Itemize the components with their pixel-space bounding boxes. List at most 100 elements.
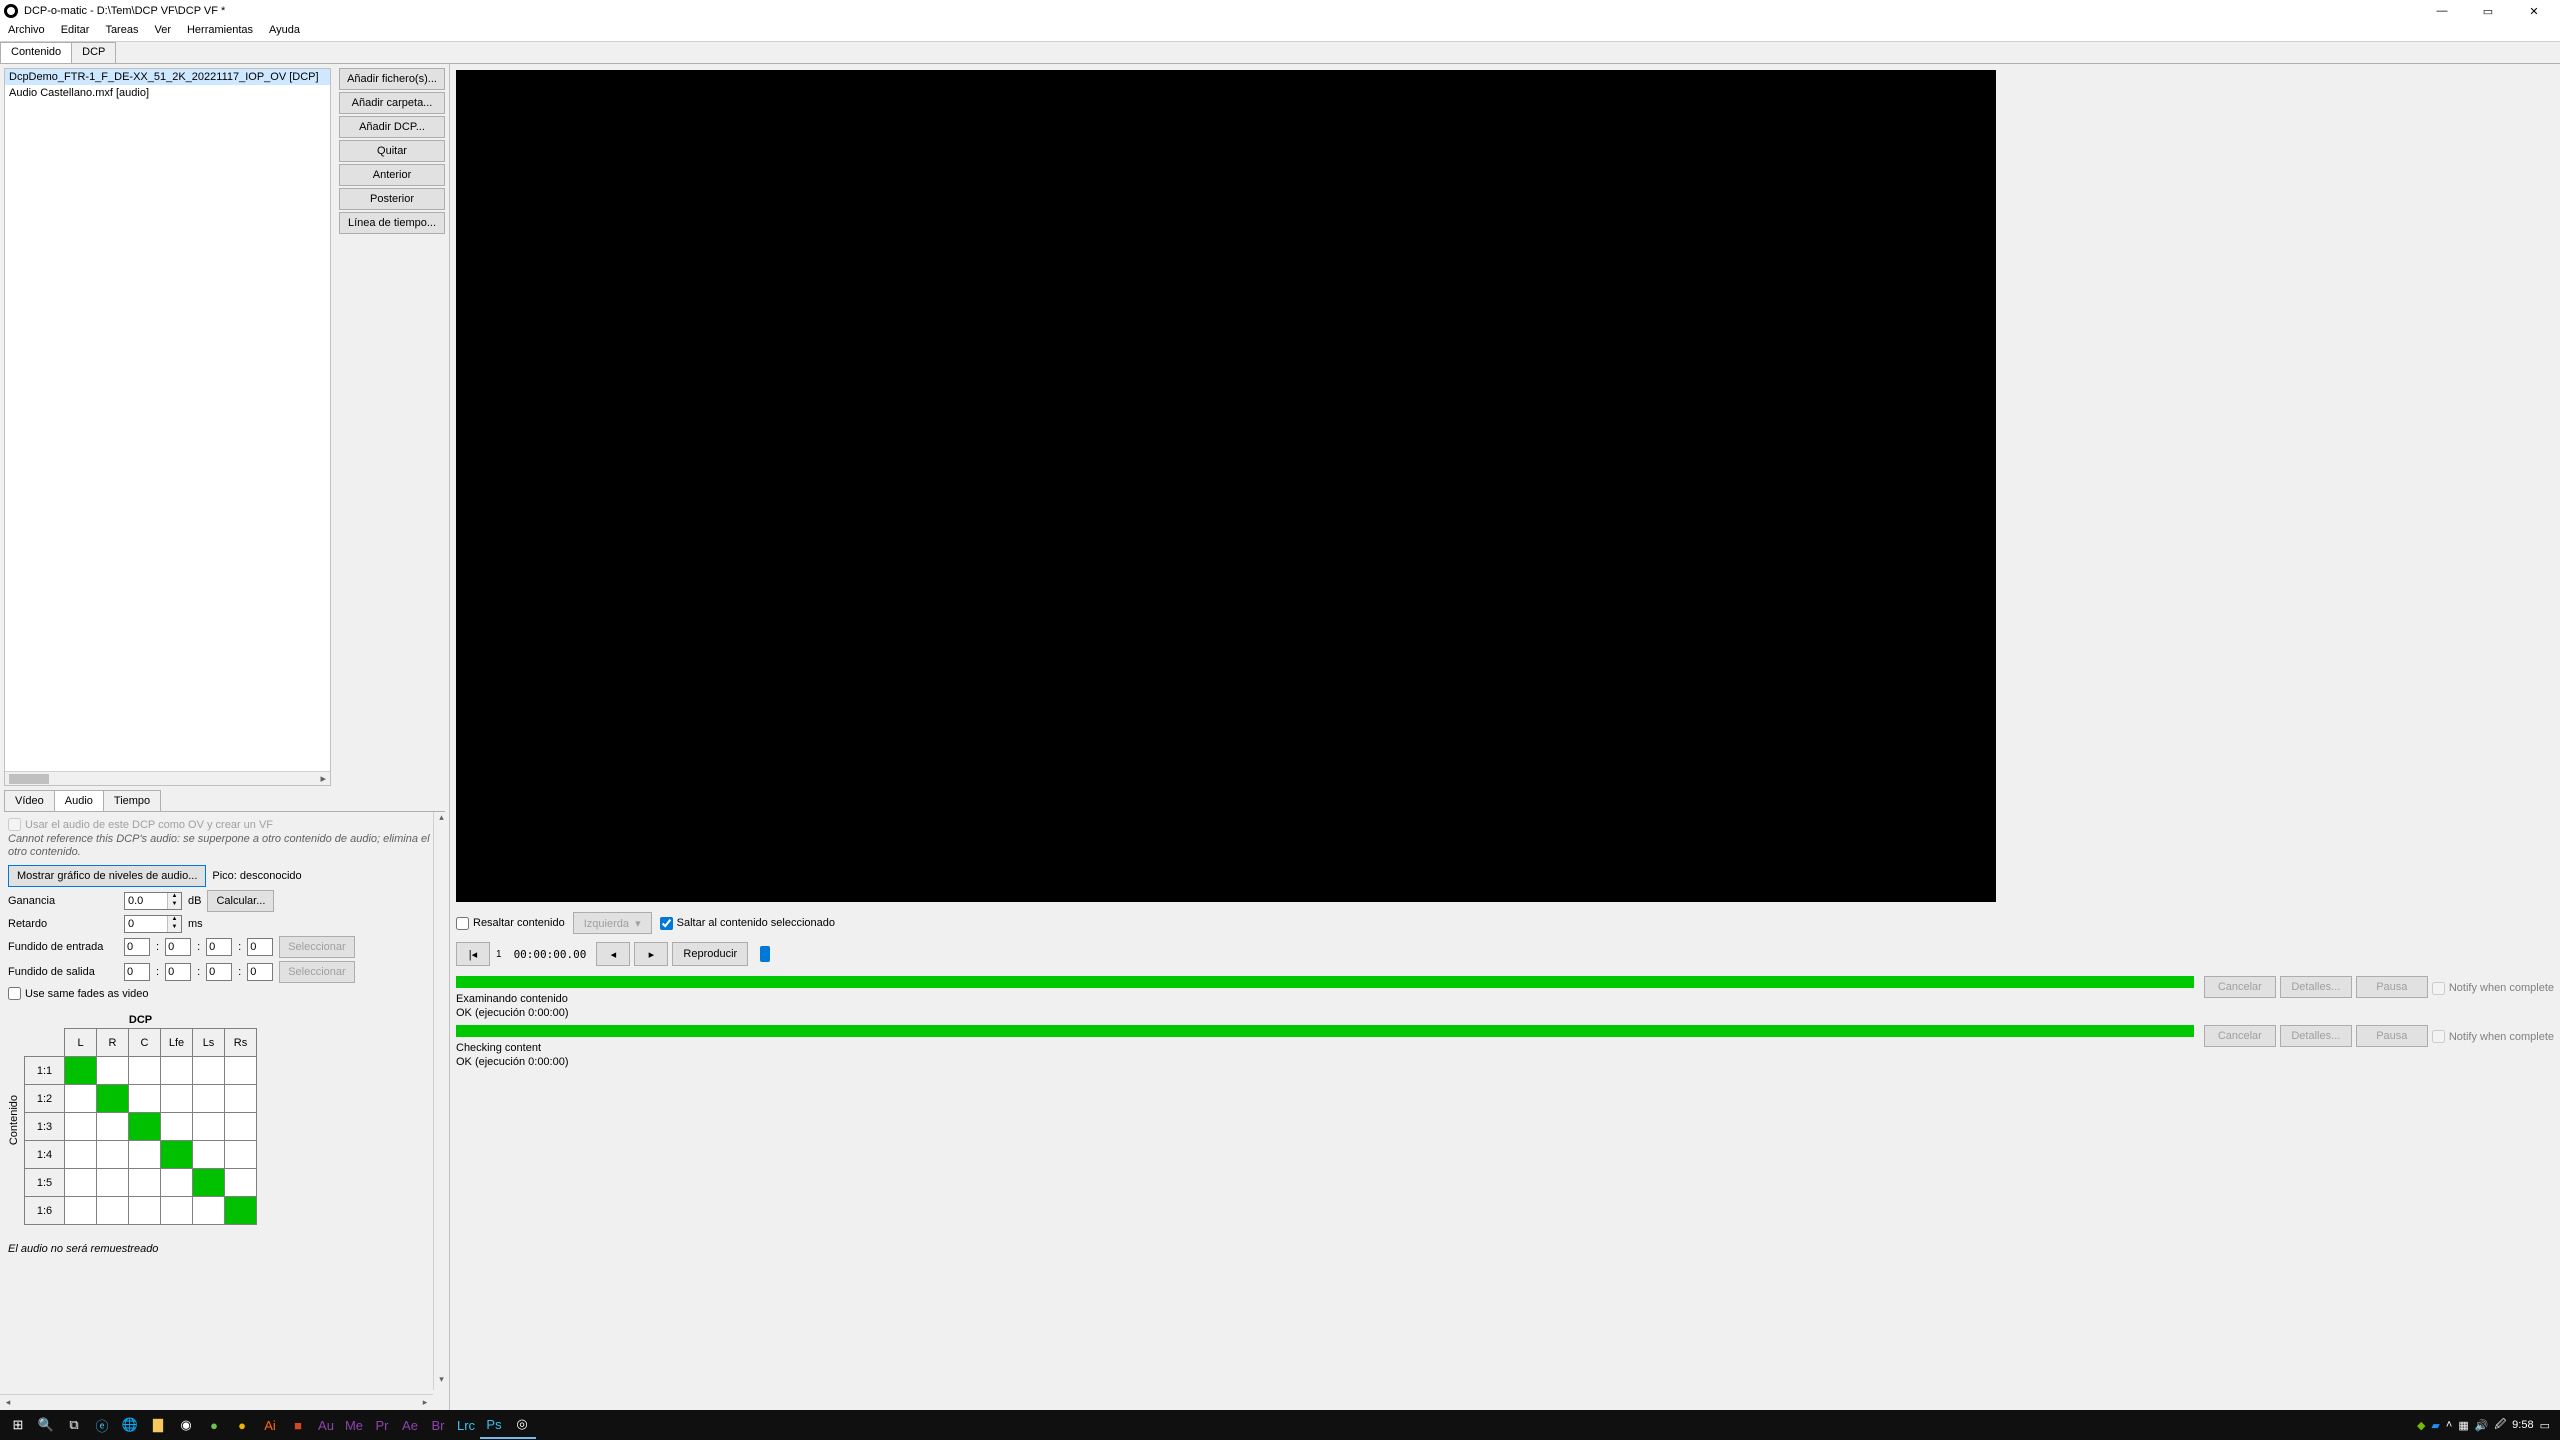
content-item[interactable]: DcpDemo_FTR-1_F_DE-XX_51_2K_20221117_IOP… (5, 69, 330, 85)
tray-volume-icon[interactable]: 🔊 (2475, 1419, 2489, 1432)
matrix-cell[interactable] (161, 1113, 193, 1141)
matrix-cell[interactable] (193, 1141, 225, 1169)
menu-ayuda[interactable]: Ayuda (261, 22, 308, 41)
matrix-cell[interactable] (129, 1113, 161, 1141)
fade-out-s[interactable] (206, 963, 232, 981)
matrix-cell[interactable] (161, 1057, 193, 1085)
matrix-cell[interactable] (97, 1169, 129, 1197)
app-icon-10[interactable]: Lrc (452, 1411, 480, 1439)
matrix-cell[interactable] (193, 1169, 225, 1197)
matrix-cell[interactable] (65, 1085, 97, 1113)
matrix-cell[interactable] (129, 1085, 161, 1113)
app-icon-4[interactable]: ■ (284, 1411, 312, 1439)
search-icon[interactable]: 🔍 (32, 1411, 60, 1439)
matrix-cell[interactable] (225, 1141, 257, 1169)
app-icon-8[interactable]: Ae (396, 1411, 424, 1439)
fade-out-f[interactable] (247, 963, 273, 981)
tab-audio[interactable]: Audio (54, 790, 104, 811)
app-icon-9[interactable]: Br (424, 1411, 452, 1439)
matrix-cell[interactable] (97, 1113, 129, 1141)
matrix-cell[interactable] (161, 1141, 193, 1169)
go-start-button[interactable]: |◂ (456, 942, 490, 966)
matrix-cell[interactable] (225, 1197, 257, 1225)
later-button[interactable]: Posterior (339, 188, 445, 210)
matrix-cell[interactable] (161, 1169, 193, 1197)
tray-nvidia-icon[interactable]: ◆ (2417, 1419, 2425, 1432)
app-icon-1[interactable]: ● (200, 1411, 228, 1439)
app-icon-5[interactable]: Au (312, 1411, 340, 1439)
close-button[interactable]: ✕ (2512, 0, 2556, 22)
matrix-cell[interactable] (193, 1113, 225, 1141)
jump-content-check[interactable]: Saltar al contenido seleccionado (660, 917, 835, 930)
delay-input[interactable] (125, 916, 167, 932)
chrome-icon[interactable]: ◉ (172, 1411, 200, 1439)
taskview-icon[interactable]: ⧉ (60, 1411, 88, 1439)
menu-editar[interactable]: Editar (53, 22, 98, 41)
matrix-cell[interactable] (65, 1113, 97, 1141)
tray-clock[interactable]: 9:58 (2512, 1419, 2533, 1431)
matrix-cell[interactable] (193, 1197, 225, 1225)
start-button[interactable]: ⊞ (4, 1411, 32, 1439)
content-list-hscroll[interactable]: ▸ (5, 771, 330, 785)
menu-ver[interactable]: Ver (146, 22, 179, 41)
gain-spinner[interactable]: ▲▼ (124, 892, 182, 910)
delay-spinner[interactable]: ▲▼ (124, 915, 182, 933)
taskbar[interactable]: ⊞ 🔍 ⧉ ⓔ 🌐 ▇ ◉ ● ● Ai ■ Au Me Pr Ae Br Lr… (0, 1410, 2560, 1440)
tray-network-icon[interactable]: ▦ (2458, 1419, 2468, 1432)
menu-tareas[interactable]: Tareas (97, 22, 146, 41)
show-levels-button[interactable]: Mostrar gráfico de niveles de audio... (8, 865, 206, 887)
app-icon-2[interactable]: ● (228, 1411, 256, 1439)
matrix-cell[interactable] (129, 1169, 161, 1197)
matrix-cell[interactable] (97, 1197, 129, 1225)
fade-in-h[interactable] (124, 938, 150, 956)
matrix-cell[interactable] (97, 1141, 129, 1169)
matrix-cell[interactable] (129, 1141, 161, 1169)
minimize-button[interactable]: — (2420, 0, 2464, 22)
matrix-cell[interactable] (193, 1057, 225, 1085)
app-icon-7[interactable]: Pr (368, 1411, 396, 1439)
browser-icon[interactable]: 🌐 (116, 1411, 144, 1439)
gain-input[interactable] (125, 893, 167, 909)
tray-notifications-icon[interactable]: ▭ (2540, 1419, 2550, 1432)
step-back-button[interactable]: ◂ (596, 942, 630, 966)
step-forward-button[interactable]: ▸ (634, 942, 668, 966)
app-icon-6[interactable]: Me (340, 1411, 368, 1439)
add-dcp-button[interactable]: Añadir DCP... (339, 116, 445, 138)
tray-chevron-icon[interactable]: ˄ (2446, 1419, 2452, 1431)
content-list[interactable]: DcpDemo_FTR-1_F_DE-XX_51_2K_20221117_IOP… (4, 68, 331, 786)
system-tray[interactable]: ◆ ▰ ˄ ▦ 🔊 🖉 9:58 ▭ (2417, 1416, 2556, 1435)
same-fades-check[interactable]: Use same fades as video (8, 987, 441, 1000)
fade-in-m[interactable] (165, 938, 191, 956)
matrix-cell[interactable] (65, 1197, 97, 1225)
tab-dcp[interactable]: DCP (71, 42, 116, 63)
matrix-cell[interactable] (129, 1197, 161, 1225)
matrix-cell[interactable] (161, 1085, 193, 1113)
matrix-cell[interactable] (161, 1197, 193, 1225)
use-dcp-audio-check[interactable]: Usar el audio de este DCP como OV y crea… (8, 818, 441, 831)
job-notify-check[interactable]: Notify when complete (2432, 982, 2554, 995)
audio-panel-vscroll[interactable]: ▴▾ (433, 812, 449, 1390)
menu-archivo[interactable]: Archivo (0, 22, 53, 41)
matrix-cell[interactable] (225, 1085, 257, 1113)
dcpomatic-taskbar-icon[interactable]: ◎ (508, 1411, 536, 1439)
tab-tiempo[interactable]: Tiempo (103, 790, 161, 811)
matrix-cell[interactable] (129, 1057, 161, 1085)
fade-in-f[interactable] (247, 938, 273, 956)
job-notify-check[interactable]: Notify when complete (2432, 1030, 2554, 1043)
matrix-cell[interactable] (65, 1169, 97, 1197)
matrix-cell[interactable] (225, 1113, 257, 1141)
app-icon-3[interactable]: Ai (256, 1411, 284, 1439)
tab-contenido[interactable]: Contenido (0, 42, 72, 63)
matrix-cell[interactable] (97, 1057, 129, 1085)
matrix-cell[interactable] (225, 1057, 257, 1085)
matrix-cell[interactable] (97, 1085, 129, 1113)
timeline-slider[interactable] (760, 951, 2554, 957)
add-folder-button[interactable]: Añadir carpeta... (339, 92, 445, 114)
maximize-button[interactable]: ▭ (2466, 0, 2510, 22)
tray-lang-icon[interactable]: 🖉 (2494, 1416, 2506, 1435)
fade-out-h[interactable] (124, 963, 150, 981)
play-button[interactable]: Reproducir (672, 942, 748, 966)
timeline-button[interactable]: Línea de tiempo... (339, 212, 445, 234)
matrix-cell[interactable] (193, 1085, 225, 1113)
add-file-button[interactable]: Añadir fichero(s)... (339, 68, 445, 90)
